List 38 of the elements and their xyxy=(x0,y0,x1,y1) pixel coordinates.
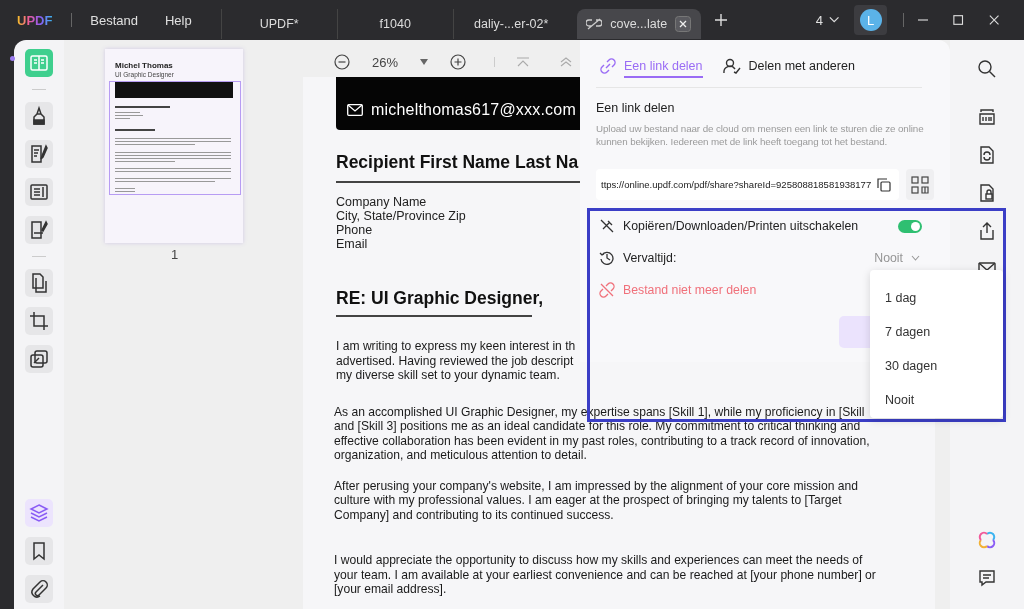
window-count[interactable]: 4 xyxy=(815,12,823,28)
paragraph-line: organization, and meticulous attention to detail. xyxy=(334,448,587,463)
menu-item[interactable]: Bestand xyxy=(90,12,138,28)
page-number: 1 xyxy=(170,247,179,262)
paragraph-line: [your email address]. xyxy=(334,582,447,597)
paragraph-line: Company] and contributing to its continued success. xyxy=(334,507,614,522)
paragraph-line: your team. I am available at your earliest convenience and can be reached at [your phone number] or xyxy=(334,567,876,582)
document-tab[interactable]: UPDF* xyxy=(220,9,337,39)
paragraph-line: effective collaboration has been evident in my past roles, contributing to a track record of innovation, xyxy=(334,433,870,448)
paragraph-line: my diverse skill set to your dynamic team. xyxy=(336,368,560,383)
paragraph-line: I am writing to express my keen interest in th xyxy=(336,339,576,354)
thumbnail-title: Michel Thomas xyxy=(115,61,174,70)
menu-item[interactable]: Help xyxy=(164,12,192,28)
option-label: Kopiëren/Downloaden/Printen uitschakelen xyxy=(623,219,860,233)
share-tab[interactable]: Delen met anderen xyxy=(722,58,855,79)
option-label: Vervaltijd: xyxy=(623,251,678,265)
paragraph-line: advertised. Having reviewed the job descript xyxy=(336,353,574,368)
section-description: Upload uw bestand naar de cloud om mensen een link te sturen die ze online kunnen bekijken. Iedereen met de link heeft toegang tot het bestand. xyxy=(596,122,925,148)
address-line: Phone xyxy=(336,223,373,237)
menu-option[interactable]: 30 dagen xyxy=(870,349,1003,383)
menu-option[interactable]: 7 dagen xyxy=(870,315,1003,349)
paragraph-line: culture with my professional values. I am eager at the prospect of bringing my talents to [Target xyxy=(334,493,842,508)
subject-heading: RE: UI Graphic Designer, xyxy=(336,288,544,309)
document-tab[interactable]: f1040 xyxy=(336,9,453,39)
contact-email: michelthomas617@xxx.com xyxy=(371,100,576,119)
zoom-level[interactable]: 26% xyxy=(372,54,399,70)
address-line: Company Name xyxy=(336,195,427,209)
paragraph-line: I would appreciate the opportunity to discuss how my skills and experiences can meet the needs of xyxy=(334,553,863,568)
address-line: City, State/Province Zip xyxy=(336,209,466,223)
recipient-heading: Recipient First Name Last Na xyxy=(336,152,579,173)
address-line: Email xyxy=(336,237,368,251)
section-heading: Een link delen xyxy=(596,101,676,115)
menu-option[interactable]: Nooit xyxy=(870,383,1003,417)
menu-option[interactable]: 1 dag xyxy=(870,281,1003,315)
document-tab[interactable]: cove...late xyxy=(576,9,701,39)
share-link-field[interactable]: ttps://online.updf.com/pdf/share?shareId=925808818581938177 xyxy=(596,169,900,200)
paragraph-line: After perusing your company's website, I am impressed by the alignment of your core mission and xyxy=(334,478,858,493)
document-tab[interactable]: daliy-...er-02* xyxy=(452,9,569,39)
